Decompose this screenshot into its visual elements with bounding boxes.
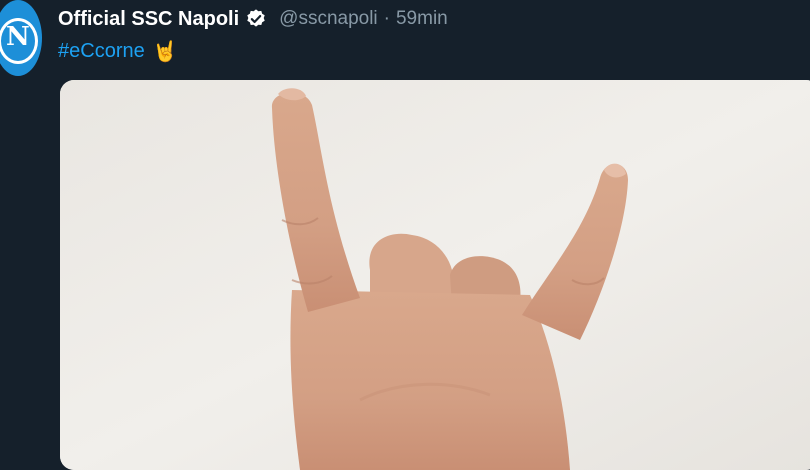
avatar[interactable]: N	[0, 0, 42, 76]
verified-badge-icon	[247, 9, 265, 27]
tweet-text: #eCcorne 🤘	[58, 39, 178, 64]
sign-of-horns-emoji: 🤘	[152, 41, 178, 63]
tweet-header: Official SSC Napoli @sscnapoli · 59min	[58, 6, 448, 32]
timestamp[interactable]: 59min	[396, 8, 448, 30]
separator-dot: ·	[383, 8, 390, 29]
user-handle[interactable]: @sscnapoli	[279, 8, 378, 30]
hashtag-link[interactable]: #eCcorne	[58, 40, 145, 63]
tweet[interactable]: N Official SSC Napoli @sscnapoli · 59min…	[0, 0, 810, 470]
avatar-letter: N	[6, 22, 30, 52]
display-name[interactable]: Official SSC Napoli	[58, 8, 239, 31]
tweet-media[interactable]	[60, 80, 810, 470]
hand-horns-photo	[60, 80, 810, 470]
